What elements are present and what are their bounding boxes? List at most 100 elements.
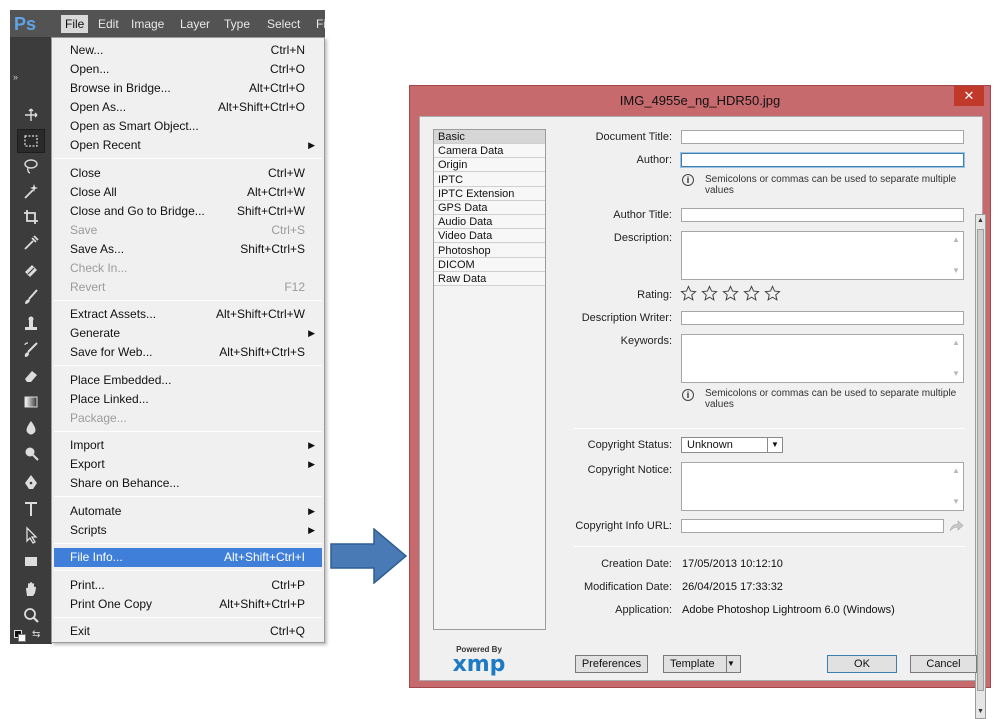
scroll-up-icon: ▲ (952, 235, 960, 244)
menu-item-save-for-web[interactable]: Save for Web... Alt+Shift+Ctrl+S (54, 343, 322, 362)
menu-item-file-info[interactable]: File Info... Alt+Shift+Ctrl+I (54, 548, 322, 567)
menu-item-close-all[interactable]: Close All Alt+Ctrl+W (54, 183, 322, 202)
menu-item-share-on-behance[interactable]: Share on Behance... (54, 474, 322, 493)
copyright-status-label: Copyright Status: (587, 439, 672, 451)
magic-wand-tool-button[interactable] (18, 180, 44, 202)
rectangle-tool-button[interactable] (18, 550, 44, 572)
category-raw-data[interactable]: Raw Data (434, 272, 545, 286)
menu-item-scripts[interactable]: Scripts ▶ (54, 521, 322, 540)
menu-item-label: Extract Assets... (70, 307, 157, 321)
menu-item-shortcut: Ctrl+N (270, 43, 305, 57)
menu-item-shortcut: Alt+Shift+Ctrl+S (219, 345, 305, 359)
lasso-tool-button[interactable] (18, 155, 44, 177)
menu-edit[interactable]: Edit (94, 15, 123, 33)
menu-item-generate[interactable]: Generate ▶ (54, 324, 322, 343)
menu-item-print-one-copy[interactable]: Print One Copy Alt+Shift+Ctrl+P (54, 595, 322, 614)
category-iptc-extension[interactable]: IPTC Extension (434, 186, 545, 201)
star-icon[interactable] (764, 285, 781, 302)
star-icon[interactable] (680, 285, 697, 302)
scroll-down-icon: ▼ (952, 497, 960, 506)
menu-item-open-recent[interactable]: Open Recent ▶ (54, 136, 322, 155)
menu-item-browse-in-bridge[interactable]: Browse in Bridge... Alt+Ctrl+O (54, 79, 322, 98)
hand-tool-button[interactable] (18, 578, 44, 600)
menu-item-automate[interactable]: Automate ▶ (54, 502, 322, 521)
category-photoshop[interactable]: Photoshop (434, 243, 545, 258)
menu-separator (54, 299, 322, 301)
document-title-label: Document Title: (595, 131, 672, 143)
menu-item-open-as-smart-object[interactable]: Open as Smart Object... (54, 117, 322, 136)
eyedropper-tool-button[interactable] (18, 232, 44, 254)
cancel-button[interactable]: Cancel (910, 655, 977, 673)
menu-layer[interactable]: Layer (176, 15, 214, 33)
menu-item-print[interactable]: Print... Ctrl+P (54, 576, 322, 595)
copyright-info-url-field[interactable] (681, 519, 944, 533)
zoom-tool-button[interactable] (18, 604, 44, 626)
marquee-tool-button[interactable] (17, 129, 45, 153)
blur-tool-button[interactable] (18, 417, 44, 439)
menu-item-extract-assets[interactable]: Extract Assets... Alt+Shift+Ctrl+W (54, 305, 322, 324)
form-scrollbar[interactable]: ▲ ▼ (975, 214, 986, 719)
ok-button[interactable]: OK (827, 655, 897, 673)
scroll-up-icon[interactable]: ▲ (976, 215, 985, 227)
menu-item-close[interactable]: Close Ctrl+W (54, 164, 322, 183)
description-field[interactable]: ▲ ▼ (681, 231, 964, 280)
category-list: Basic Camera Data Origin IPTC IPTC Extension… (433, 129, 546, 630)
menu-item-exit[interactable]: Exit Ctrl+Q (54, 622, 322, 641)
category-iptc[interactable]: IPTC (434, 172, 545, 187)
color-swatches-icon[interactable]: ⇆ (14, 630, 44, 642)
application-label: Application: (615, 604, 672, 616)
scrollbar-thumb[interactable] (977, 229, 984, 691)
menu-item-label: Close (70, 165, 101, 180)
gradient-tool-button[interactable] (18, 391, 44, 413)
menu-item-open-as[interactable]: Open As... Alt+Shift+Ctrl+O (54, 98, 322, 117)
healing-brush-tool-button[interactable] (18, 260, 44, 282)
menu-item-open[interactable]: Open... Ctrl+O (54, 60, 322, 79)
menu-item-shortcut: Ctrl+S (271, 222, 305, 237)
crop-tool-button[interactable] (18, 206, 44, 228)
description-label: Description: (613, 232, 672, 244)
menu-item-close-and-go-to-bridge[interactable]: Close and Go to Bridge... Shift+Ctrl+W (54, 202, 322, 221)
menu-item-label: Open As... (70, 100, 127, 114)
author-title-field[interactable] (681, 208, 964, 222)
move-tool-button[interactable] (18, 104, 44, 126)
menu-image[interactable]: Image (127, 15, 168, 33)
preferences-button[interactable]: Preferences (575, 655, 648, 673)
menu-item-export[interactable]: Export ▶ (54, 455, 322, 474)
menu-item-label: New... (70, 43, 104, 57)
go-to-url-icon[interactable] (948, 519, 964, 533)
copyright-status-select[interactable]: Unknown ▼ (681, 437, 783, 453)
close-button[interactable]: ✕ (954, 86, 984, 106)
menu-item-shortcut: Ctrl+W (268, 165, 305, 180)
menu-item-place-embedded[interactable]: Place Embedded... (54, 371, 322, 390)
star-icon[interactable] (743, 285, 760, 302)
menu-item-import[interactable]: Import ▶ (54, 436, 322, 455)
template-button[interactable]: Template ▼ (663, 655, 741, 673)
author-field[interactable] (680, 152, 965, 168)
clone-stamp-tool-button[interactable] (18, 313, 44, 335)
keywords-field[interactable]: ▲ ▼ (681, 334, 964, 383)
menu-item-place-linked[interactable]: Place Linked... (54, 390, 322, 409)
document-title-field[interactable] (681, 130, 964, 144)
history-brush-tool-button[interactable] (18, 339, 44, 361)
collapse-panel-icon[interactable]: » (13, 72, 18, 82)
dodge-tool-button[interactable] (18, 443, 44, 465)
star-icon[interactable] (701, 285, 718, 302)
rating-stars[interactable] (680, 285, 781, 302)
menu-file[interactable]: File (61, 15, 89, 33)
creation-date-label: Creation Date: (601, 558, 672, 570)
eraser-tool-button[interactable] (18, 365, 44, 387)
menu-item-new[interactable]: New... Ctrl+N (54, 41, 322, 60)
scroll-down-icon[interactable]: ▼ (976, 706, 985, 718)
copyright-notice-field[interactable]: ▲ ▼ (681, 462, 964, 511)
menu-filter-partial[interactable]: Fi (312, 15, 330, 33)
brush-tool-button[interactable] (18, 286, 44, 308)
path-selection-tool-button[interactable] (18, 524, 44, 546)
description-writer-field[interactable] (681, 311, 964, 325)
type-tool-button[interactable] (18, 498, 44, 520)
star-icon[interactable] (722, 285, 739, 302)
menu-select[interactable]: Select (263, 15, 304, 33)
pen-tool-button[interactable] (18, 471, 44, 493)
category-dicom[interactable]: DICOM (434, 257, 545, 272)
menu-item-save-as[interactable]: Save As... Shift+Ctrl+S (54, 240, 322, 259)
menu-type[interactable]: Type (220, 15, 254, 33)
